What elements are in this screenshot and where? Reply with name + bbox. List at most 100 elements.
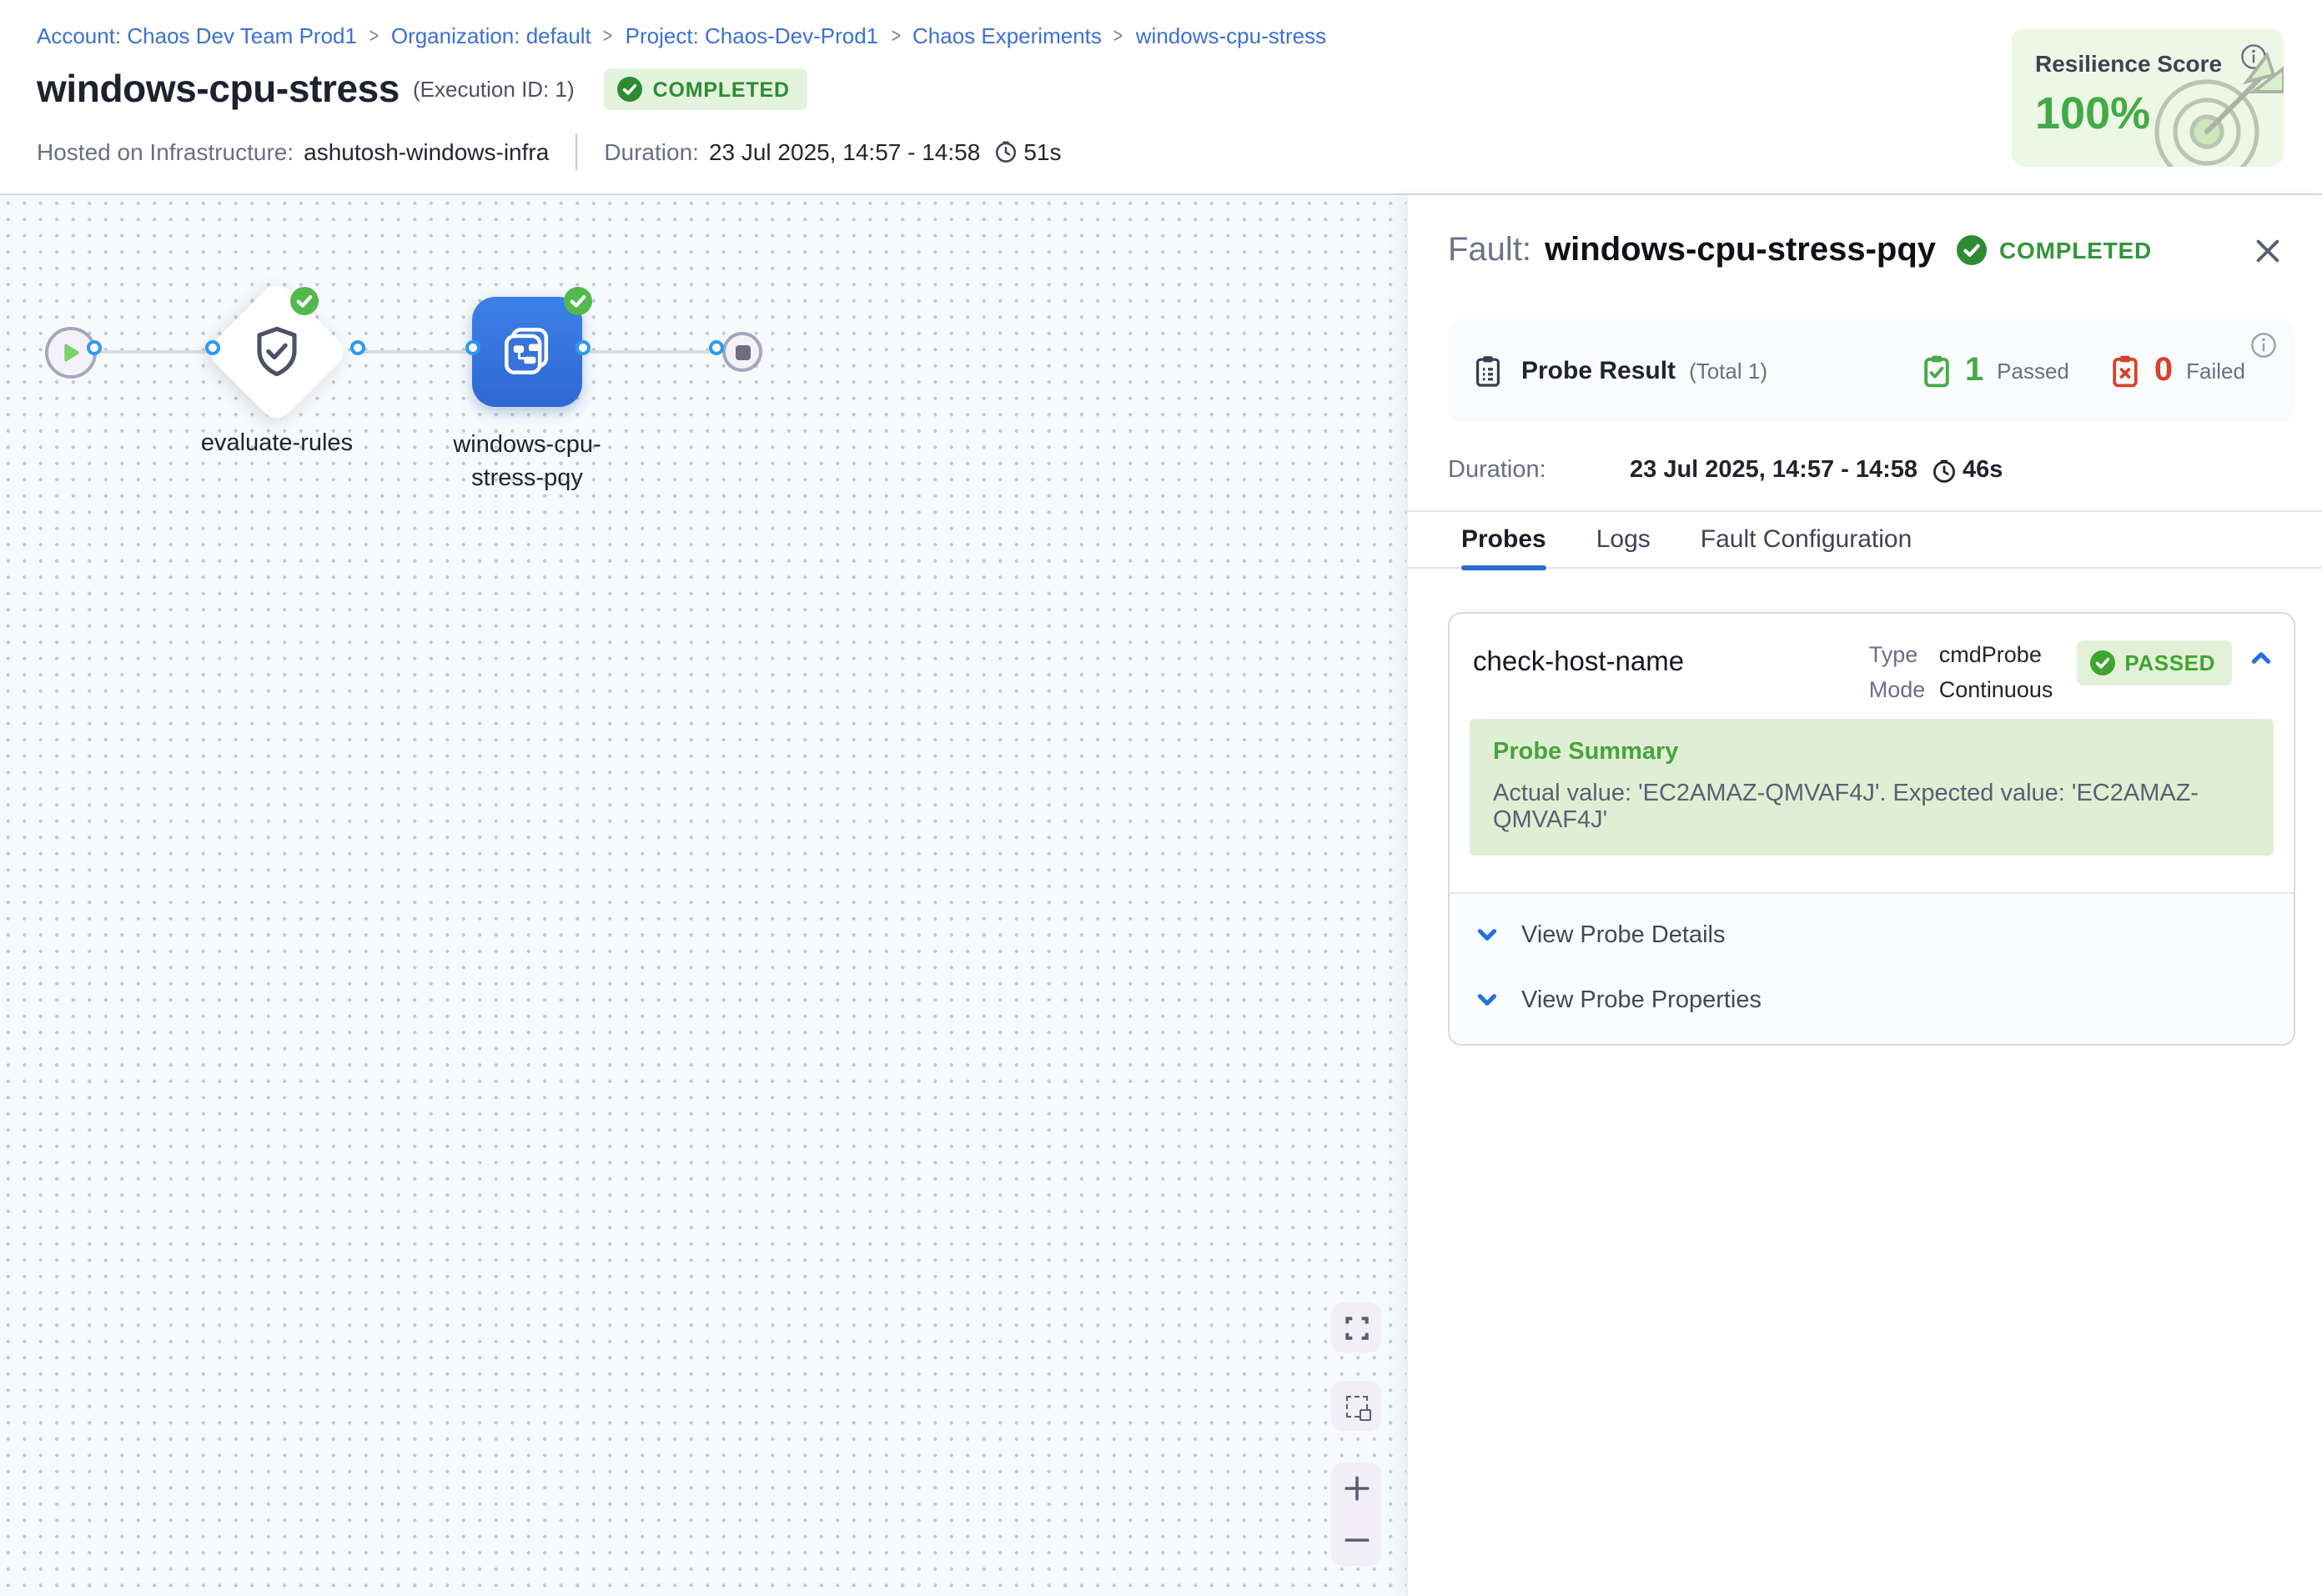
breadcrumb-account[interactable]: Account: Chaos Dev Team Prod1 bbox=[37, 23, 357, 48]
pipeline-stop-node[interactable] bbox=[722, 332, 762, 372]
edge-endpoint bbox=[87, 340, 102, 355]
view-probe-details-label: View Probe Details bbox=[1521, 921, 1726, 948]
chaos-fault-icon bbox=[495, 320, 559, 384]
probe-status-text: PASSED bbox=[2124, 650, 2215, 675]
fault-name: windows-cpu-stress-pqy bbox=[1545, 231, 1936, 269]
node-evaluate-rules[interactable] bbox=[204, 279, 349, 424]
probe-summary: Probe Summary Actual value: 'EC2AMAZ-QMV… bbox=[1470, 719, 2274, 856]
resilience-score-value: 100% bbox=[2035, 88, 2260, 140]
duration-seconds: 46s bbox=[1963, 457, 2003, 484]
breadcrumb-organization[interactable]: Organization: default bbox=[391, 23, 591, 48]
success-badge-icon bbox=[290, 287, 319, 315]
fault-status-text: COMPLETED bbox=[1999, 237, 2152, 263]
passed-label: Passed bbox=[1997, 358, 2069, 383]
edge-endpoint bbox=[205, 340, 220, 355]
tab-bar: Probes Logs Fault Configuration bbox=[1408, 510, 2322, 569]
infrastructure-name: ashutosh-windows-infra bbox=[304, 138, 549, 165]
probe-summary-title: Probe Summary bbox=[1493, 739, 2250, 765]
breadcrumb-separator: > bbox=[891, 24, 901, 48]
zoom-out-button[interactable] bbox=[1331, 1514, 1381, 1566]
chevron-up-icon bbox=[2249, 645, 2274, 670]
chaos-experiment-run-page: Account: Chaos Dev Team Prod1 > Organiza… bbox=[0, 0, 2322, 1596]
probe-result-total: (Total 1) bbox=[1689, 358, 1767, 383]
breadcrumb-project[interactable]: Project: Chaos-Dev-Prod1 bbox=[626, 23, 878, 48]
node-label-evaluate-rules: evaluate-rules bbox=[168, 429, 385, 461]
check-circle-icon bbox=[1956, 235, 1986, 265]
view-probe-details[interactable]: View Probe Details bbox=[1450, 902, 2294, 967]
duration-value: 23 Jul 2025, 14:57 - 14:58 bbox=[709, 138, 980, 165]
edge-fault-to-stop bbox=[584, 350, 717, 354]
breadcrumb-separator: > bbox=[369, 24, 379, 48]
fullscreen-icon bbox=[1342, 1313, 1370, 1342]
fault-label: Fault: bbox=[1448, 231, 1531, 269]
check-circle-icon bbox=[618, 77, 643, 102]
edge-start-to-evaluate bbox=[95, 350, 214, 354]
edge-evaluate-to-fault bbox=[359, 350, 474, 354]
hosted-on-label: Hosted on Infrastructure: bbox=[37, 138, 294, 165]
tab-fault-configuration[interactable]: Fault Configuration bbox=[1701, 512, 1912, 567]
success-badge-icon bbox=[564, 287, 592, 315]
probe-type-value: cmdProbe bbox=[1939, 637, 2042, 672]
duration-seconds: 51s bbox=[1023, 138, 1061, 165]
check-circle-icon bbox=[2089, 650, 2114, 675]
view-probe-properties-label: View Probe Properties bbox=[1521, 986, 1762, 1013]
pipeline-canvas[interactable]: evaluate-rules windows-cpu-stress-pqy bbox=[0, 195, 1406, 1596]
probe-result-title: Probe Result bbox=[1521, 356, 1676, 384]
probe-type-label: Type bbox=[1869, 637, 1939, 672]
collapse-probe-button[interactable] bbox=[2249, 645, 2274, 670]
page-header: Account: Chaos Dev Team Prod1 > Organiza… bbox=[0, 0, 2322, 195]
probe-card: check-host-name Type cmdProbe Mode Conti… bbox=[1448, 612, 2295, 1046]
edge-endpoint bbox=[575, 340, 591, 355]
node-label-windows-cpu-stress-pqy: windows-cpu-stress-pqy bbox=[444, 430, 611, 495]
page-title: windows-cpu-stress bbox=[37, 67, 400, 112]
chevron-down-icon bbox=[1475, 922, 1500, 947]
experiment-status-text: COMPLETED bbox=[653, 78, 790, 101]
breadcrumb-separator: > bbox=[603, 24, 613, 48]
shield-check-icon bbox=[247, 322, 307, 382]
fullscreen-button[interactable] bbox=[1331, 1302, 1381, 1353]
probe-mode-label: Mode bbox=[1869, 672, 1939, 707]
info-icon[interactable] bbox=[2250, 332, 2277, 367]
view-probe-properties[interactable]: View Probe Properties bbox=[1450, 967, 2294, 1032]
close-panel-button[interactable] bbox=[2239, 222, 2295, 279]
failed-label: Failed bbox=[2186, 358, 2245, 383]
edge-endpoint bbox=[709, 340, 724, 355]
close-icon bbox=[2251, 234, 2283, 266]
probe-result-summary: Probe Result (Total 1) 1 Passed bbox=[1448, 319, 2295, 422]
duration-label: Duration: bbox=[604, 138, 699, 165]
selection-icon bbox=[1345, 1395, 1367, 1417]
breadcrumb-current[interactable]: windows-cpu-stress bbox=[1136, 23, 1326, 48]
chevron-down-icon bbox=[1475, 987, 1500, 1012]
play-icon bbox=[58, 340, 83, 365]
divider bbox=[575, 133, 577, 170]
zoom-controls bbox=[1331, 1463, 1381, 1566]
probe-status-badge: PASSED bbox=[2076, 640, 2232, 685]
clock-icon bbox=[1931, 458, 1956, 483]
clock-icon bbox=[993, 140, 1017, 163]
probe-card-footer: View Probe Details View Probe Properties bbox=[1450, 892, 2294, 1044]
edge-endpoint bbox=[350, 340, 365, 355]
probe-mode-value: Continuous bbox=[1939, 672, 2053, 707]
edge-endpoint bbox=[465, 340, 480, 355]
probe-summary-text: Actual value: 'EC2AMAZ-QMVAF4J'. Expecte… bbox=[1493, 780, 2250, 834]
resilience-score-card: Resilience Score 100% bbox=[2012, 28, 2284, 167]
breadcrumb-chaos-experiments[interactable]: Chaos Experiments bbox=[912, 23, 1102, 48]
duration-value: 23 Jul 2025, 14:57 - 14:58 bbox=[1630, 457, 1917, 484]
plus-icon bbox=[1342, 1474, 1370, 1503]
experiment-status-badge: COMPLETED bbox=[605, 68, 808, 110]
stop-icon bbox=[735, 344, 750, 359]
probe-type-mode: Type cmdProbe Mode Continuous bbox=[1869, 637, 2053, 707]
failed-count: 0 bbox=[2154, 351, 2173, 389]
probe-card-header[interactable]: check-host-name Type cmdProbe Mode Conti… bbox=[1450, 614, 2294, 707]
tab-probes[interactable]: Probes bbox=[1461, 512, 1546, 567]
zoom-in-button[interactable] bbox=[1331, 1463, 1381, 1514]
duration-label: Duration: bbox=[1448, 457, 1630, 484]
fault-details-panel: Fault: windows-cpu-stress-pqy COMPLETED bbox=[1406, 195, 2322, 1596]
breadcrumb-separator: > bbox=[1114, 24, 1124, 48]
clipboard-check-icon bbox=[1920, 353, 1953, 388]
tab-logs[interactable]: Logs bbox=[1596, 512, 1651, 567]
multi-select-button[interactable] bbox=[1331, 1381, 1381, 1431]
probe-name: check-host-name bbox=[1473, 647, 1684, 707]
fault-duration-row: Duration: 23 Jul 2025, 14:57 - 14:58 46s bbox=[1448, 455, 2295, 485]
passed-count: 1 bbox=[1965, 351, 1983, 389]
